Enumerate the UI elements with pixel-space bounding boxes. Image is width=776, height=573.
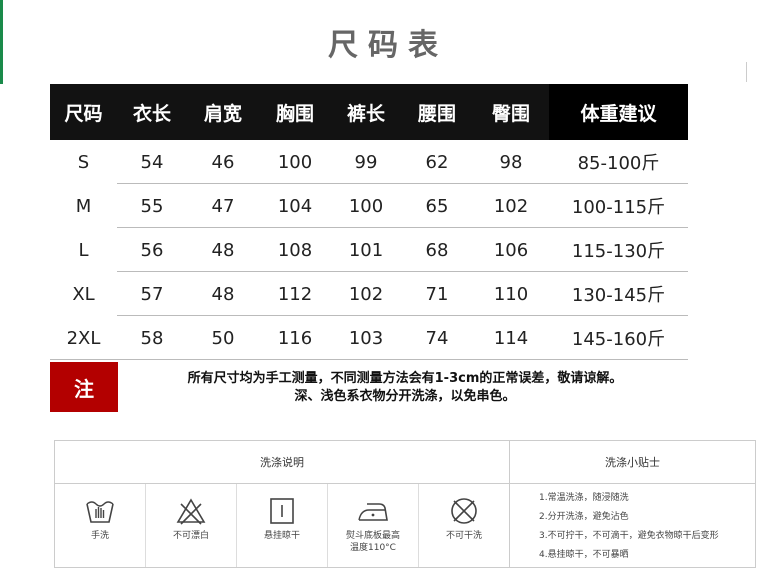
table-cell: 103 [348, 327, 384, 349]
note-line: 所有尺寸均为手工测量，不同测量方法会有1-3cm的正常误差，敬请谅解。 [187, 371, 623, 386]
header-cell: 衣长 [132, 102, 171, 125]
table-cell: 85-100斤 [577, 153, 660, 174]
table-row: XL 57 48 112 102 71 110 130-145斤 [50, 272, 688, 316]
divider [746, 62, 747, 82]
hand-wash-icon [86, 501, 114, 523]
table-cell: 104 [277, 195, 313, 217]
table-cell: 57 [140, 283, 164, 305]
size-table: 尺码 衣长 肩宽 胸围 裤长 腰围 臀围 体重建议 S 54 46 100 99… [50, 84, 688, 360]
table-cell: 55 [140, 195, 164, 217]
care-label: 不可干洗 [445, 531, 482, 541]
header-cell: 臀围 [491, 102, 530, 125]
table-cell: 108 [277, 239, 313, 261]
care-instructions: 洗涤说明 洗涤小贴士 手洗 不可漂白 悬挂晾干 熨斗底板最高 温度110°C 不… [54, 440, 756, 568]
table-row: S 54 46 100 99 62 98 85-100斤 [50, 140, 688, 184]
header-cell: 胸围 [275, 102, 314, 125]
table-row: L 56 48 108 101 68 106 115-130斤 [50, 228, 688, 272]
care-icons: 手洗 不可漂白 悬挂晾干 熨斗底板最高 温度110°C 不可干洗 [55, 484, 510, 567]
care-item: 熨斗底板最高 温度110°C [328, 484, 419, 567]
table-row: 2XL 58 50 116 103 74 114 145-160斤 [50, 316, 688, 360]
table-cell: 54 [140, 151, 164, 173]
care-title: 洗涤说明 [55, 441, 510, 483]
tips-title: 洗涤小贴士 [605, 456, 660, 469]
care-item: 悬挂晾干 [237, 484, 328, 567]
tip-item: 2.分开洗涤，避免沾色 [539, 512, 629, 522]
note-badge: 注 [50, 362, 118, 412]
table-cell: 101 [348, 239, 384, 261]
table-header: 尺码 衣长 肩宽 胸围 裤长 腰围 臀围 体重建议 [50, 84, 688, 140]
table-cell: 48 [211, 239, 235, 261]
table-cell: 65 [425, 195, 449, 217]
care-label: 悬挂晾干 [263, 531, 300, 541]
care-label: 不可漂白 [172, 531, 209, 541]
table-cell: 2XL [66, 327, 101, 349]
table-cell: 47 [211, 195, 235, 217]
header-cell: 裤长 [346, 102, 385, 125]
table-cell: 112 [277, 283, 313, 305]
table-cell: 98 [499, 151, 523, 173]
table-cell: 50 [211, 327, 235, 349]
table-cell: M [75, 195, 92, 217]
table-cell: 56 [140, 239, 164, 261]
table-cell: L [78, 239, 89, 261]
hang-dry-icon [270, 498, 294, 524]
care-item: 不可漂白 [146, 484, 237, 567]
header-cell: 体重建议 [549, 84, 688, 140]
table-cell: 100 [348, 195, 384, 217]
tip-item: 4.悬挂晾干，不可暴晒 [539, 550, 629, 560]
table-cell: 99 [354, 151, 378, 173]
care-item: 手洗 [55, 484, 146, 567]
table-cell: 46 [211, 151, 235, 173]
table-cell: 130-145斤 [571, 285, 666, 306]
header-cell: 肩宽 [203, 102, 242, 125]
tip-item: 3.不可拧干，不可滴干，避免衣物晾干后变形 [539, 531, 719, 541]
table-cell: 62 [425, 151, 449, 173]
no-bleach-icon [176, 498, 206, 525]
table-cell: 100-115斤 [571, 197, 666, 218]
table-cell: 114 [493, 327, 529, 349]
table-cell: 48 [211, 283, 235, 305]
care-label: 熨斗底板最高 温度110°C [345, 531, 400, 553]
note-text: 所有尺寸均为手工测量，不同测量方法会有1-3cm的正常误差，敬请谅解。 深、浅色… [120, 370, 690, 406]
table-cell: 71 [425, 283, 449, 305]
table-cell: 145-160斤 [571, 329, 666, 350]
table-cell: 100 [277, 151, 313, 173]
table-cell: 102 [493, 195, 529, 217]
row-divider [50, 359, 688, 360]
header-cell: 腰围 [417, 102, 456, 125]
table-cell: S [77, 151, 90, 173]
table-cell: 116 [277, 327, 313, 349]
table-cell: 106 [493, 239, 529, 261]
header-cell: 尺码 [64, 102, 103, 125]
tip-item: 1.常温洗涤，随浸随洗 [539, 493, 629, 503]
table-cell: XL [72, 283, 95, 305]
note-box: 注 所有尺寸均为手工测量，不同测量方法会有1-3cm的正常误差，敬请谅解。 深、… [50, 362, 690, 412]
note-line: 深、浅色系衣物分开洗涤，以免串色。 [294, 389, 516, 404]
table-cell: 68 [425, 239, 449, 261]
care-header: 洗涤说明 洗涤小贴士 [55, 441, 755, 484]
table-row: M 55 47 104 100 65 102 100-115斤 [50, 184, 688, 228]
table-cell: 102 [348, 283, 384, 305]
iron-icon [358, 503, 388, 521]
page-title: 尺码表 [328, 28, 448, 63]
table-cell: 58 [140, 327, 164, 349]
tips-list: 1.常温洗涤，随浸随洗 2.分开洗涤，避免沾色 3.不可拧干，不可滴干，避免衣物… [539, 489, 755, 565]
no-dry-clean-icon [451, 498, 477, 524]
table-cell: 115-130斤 [571, 241, 666, 262]
table-cell: 110 [493, 283, 529, 305]
care-label: 手洗 [90, 531, 109, 541]
care-item: 不可干洗 [419, 484, 509, 567]
table-cell: 74 [425, 327, 449, 349]
